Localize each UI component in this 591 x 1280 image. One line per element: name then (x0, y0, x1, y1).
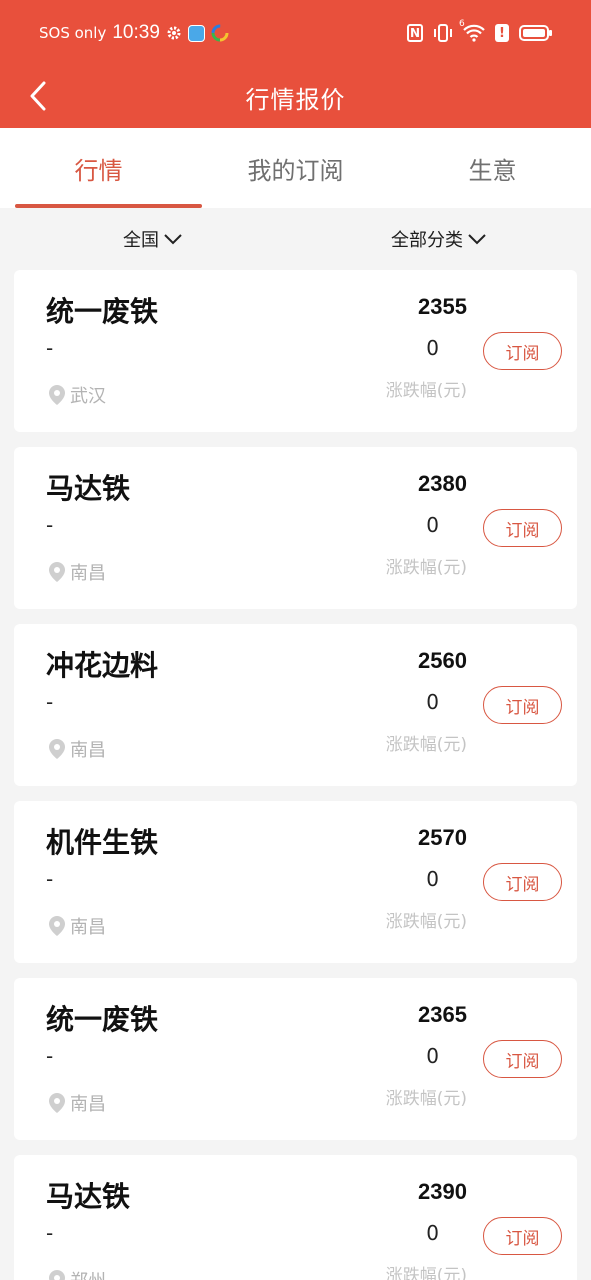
price-change-label: 涨跌幅(元) (385, 735, 467, 755)
subscribe-button[interactable]: 订阅 (483, 509, 562, 547)
product-spec: - (46, 1221, 54, 1245)
location-label: 南昌 (70, 740, 106, 761)
price-change-label: 涨跌幅(元) (385, 558, 467, 578)
price-change: 0 (426, 1221, 439, 1245)
price-change-label: 涨跌幅(元) (385, 1089, 467, 1109)
location: 南昌 (48, 1090, 106, 1116)
tab-market[interactable]: 行情 (0, 128, 197, 208)
tab-my-subscriptions[interactable]: 我的订阅 (197, 128, 394, 208)
price: 2570 (418, 825, 467, 850)
price-change-label: 涨跌幅(元) (385, 1266, 467, 1280)
location: 武汉 (48, 382, 106, 408)
clock: 10:39 (112, 22, 160, 43)
location: 南昌 (48, 913, 106, 939)
app-notification-icon (187, 24, 205, 42)
price-change: 0 (426, 690, 439, 714)
product-name: 马达铁 (46, 472, 131, 505)
carrier-text: SOS only (39, 24, 107, 42)
vibrate-icon (433, 24, 453, 42)
region-filter-label: 全国 (123, 230, 159, 251)
subscribe-button[interactable]: 订阅 (483, 1040, 562, 1078)
quote-card[interactable]: 马达铁 - 郑州 2390 0 涨跌幅(元) 订阅 (14, 1155, 577, 1280)
price: 2365 (418, 1002, 467, 1027)
nfc-icon: N (407, 24, 423, 42)
category-filter-label: 全部分类 (391, 230, 463, 251)
active-tab-indicator (15, 204, 202, 208)
subscribe-button[interactable]: 订阅 (483, 686, 562, 724)
location-pin-icon (49, 1270, 65, 1280)
filter-bar: 全国 全部分类 (0, 208, 591, 270)
price: 2560 (418, 648, 467, 673)
quote-card[interactable]: 冲花边料 - 南昌 2560 0 涨跌幅(元) 订阅 (14, 624, 577, 786)
header: SOS only 10:39 N 6 ! 行情报价 (0, 0, 591, 128)
price: 2390 (418, 1179, 467, 1204)
location-label: 郑州 (70, 1267, 106, 1280)
subscribe-button[interactable]: 订阅 (483, 863, 562, 901)
price-change-label: 涨跌幅(元) (385, 912, 467, 932)
product-spec: - (46, 336, 54, 360)
product-name: 统一废铁 (46, 1003, 159, 1036)
price-change-label: 涨跌幅(元) (385, 381, 467, 401)
location-pin-icon (49, 1093, 65, 1113)
tab-bar: 行情 我的订阅 生意 (0, 128, 591, 208)
battery-icon (519, 24, 553, 42)
quote-list: 统一废铁 - 武汉 2355 0 涨跌幅(元) 订阅 马达铁 - 南昌 2380… (0, 270, 591, 1280)
product-name: 冲花边料 (46, 649, 159, 682)
location-label: 南昌 (70, 917, 106, 938)
settings-gear-icon (166, 25, 182, 41)
quote-card[interactable]: 统一废铁 - 武汉 2355 0 涨跌幅(元) 订阅 (14, 270, 577, 432)
price-change: 0 (426, 513, 439, 537)
price-change: 0 (426, 867, 439, 891)
location: 南昌 (48, 736, 106, 762)
location-label: 南昌 (70, 1094, 106, 1115)
quote-card[interactable]: 机件生铁 - 南昌 2570 0 涨跌幅(元) 订阅 (14, 801, 577, 963)
location-pin-icon (49, 385, 65, 405)
subscribe-button[interactable]: 订阅 (483, 1217, 562, 1255)
product-name: 马达铁 (46, 1180, 131, 1213)
back-button[interactable] (22, 78, 54, 114)
region-filter[interactable]: 全国 (123, 226, 183, 252)
chevron-down-icon (164, 234, 182, 245)
location-pin-icon (49, 916, 65, 936)
navigation-bar: 行情报价 (0, 66, 591, 128)
quote-card[interactable]: 统一废铁 - 南昌 2365 0 涨跌幅(元) 订阅 (14, 978, 577, 1140)
price-change: 0 (426, 336, 439, 360)
category-filter[interactable]: 全部分类 (391, 226, 487, 252)
product-spec: - (46, 690, 54, 714)
product-name: 机件生铁 (46, 826, 159, 859)
location-pin-icon (49, 562, 65, 582)
alert-icon: ! (495, 24, 509, 42)
chevron-left-icon (30, 81, 46, 111)
location: 郑州 (48, 1267, 106, 1280)
quote-card[interactable]: 马达铁 - 南昌 2380 0 涨跌幅(元) 订阅 (14, 447, 577, 609)
price-change: 0 (426, 1044, 439, 1068)
location: 南昌 (48, 559, 106, 585)
product-spec: - (46, 513, 54, 537)
location-label: 武汉 (70, 386, 106, 407)
colorful-app-icon (211, 24, 229, 42)
tab-business[interactable]: 生意 (394, 128, 591, 208)
product-name: 统一废铁 (46, 295, 159, 328)
page-title: 行情报价 (245, 85, 346, 114)
wifi-generation-label: 6 (459, 19, 465, 29)
product-spec: - (46, 1044, 54, 1068)
price: 2355 (418, 294, 467, 319)
subscribe-button[interactable]: 订阅 (483, 332, 562, 370)
location-pin-icon (49, 739, 65, 759)
wifi-icon: 6 (459, 19, 485, 42)
chevron-down-icon (468, 234, 486, 245)
price: 2380 (418, 471, 467, 496)
product-spec: - (46, 867, 54, 891)
status-bar: SOS only 10:39 N 6 ! (0, 0, 591, 66)
location-label: 南昌 (70, 563, 106, 584)
